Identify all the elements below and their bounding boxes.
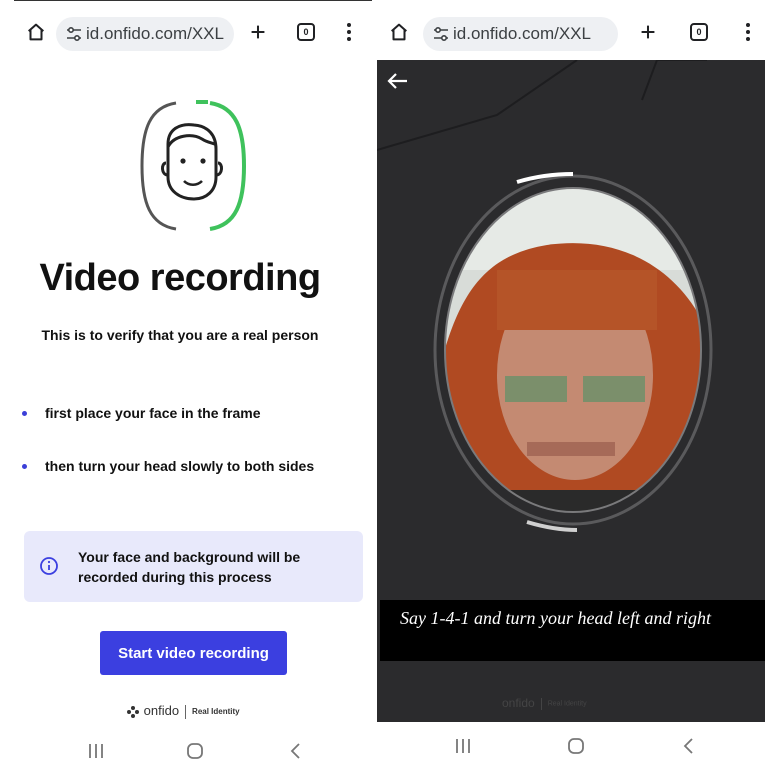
url-text[interactable]: id.onfido.com/XXL	[86, 24, 224, 44]
page-title: Video recording	[39, 257, 321, 299]
tab-count: 0	[303, 27, 309, 37]
chevron-left-icon[interactable]	[284, 741, 308, 761]
url-text[interactable]: id.onfido.com/XXL	[453, 24, 591, 44]
notice-text: Your face and background will be recorde…	[78, 549, 301, 585]
bullet-dot	[22, 411, 27, 416]
brand-footer: onfido Real Identity	[502, 696, 587, 710]
home-icon[interactable]	[387, 21, 411, 45]
recents-icon[interactable]	[451, 736, 475, 756]
android-nav-bar	[14, 731, 372, 768]
brand-footer: onfido Real Identity	[126, 703, 240, 723]
instruction-caption-bar: Say 1-4-1 and turn your head left and ri…	[380, 600, 765, 661]
chevron-left-icon[interactable]	[677, 736, 701, 756]
tune-icon[interactable]	[433, 25, 449, 43]
intro-screen: id.onfido.com/XXL 0 Video recording This…	[14, 0, 372, 768]
more-vert-icon[interactable]	[346, 23, 352, 43]
arrow-left-icon[interactable]	[387, 72, 409, 90]
plus-icon[interactable]	[636, 21, 660, 45]
start-video-recording-button[interactable]: Start video recording	[100, 631, 287, 675]
notice-box: Your face and background will be recorde…	[24, 531, 363, 602]
brand-tagline: Real Identity	[547, 700, 587, 708]
tab-switcher-icon[interactable]: 0	[690, 23, 708, 41]
info-icon	[40, 557, 58, 575]
browser-toolbar: id.onfido.com/XXL 0	[377, 11, 765, 55]
instruction-caption: Say 1-4-1 and turn your head left and ri…	[400, 608, 711, 628]
recents-icon[interactable]	[84, 741, 108, 761]
nav-home-icon[interactable]	[564, 736, 588, 756]
tab-count: 0	[696, 27, 702, 37]
more-vert-icon[interactable]	[745, 23, 751, 43]
address-bar[interactable]: id.onfido.com/XXL	[56, 17, 234, 51]
address-bar[interactable]: id.onfido.com/XXL	[423, 17, 618, 51]
browser-toolbar: id.onfido.com/XXL 0	[14, 11, 372, 55]
brand-name: onfido	[502, 696, 535, 710]
android-nav-bar	[377, 726, 765, 766]
page-subtitle: This is to verify that you are a real pe…	[41, 327, 319, 343]
brand-name: onfido	[143, 703, 180, 718]
tab-switcher-icon[interactable]: 0	[297, 23, 315, 41]
capture-screen: id.onfido.com/XXL 0 Say 1-4-1 and turn y…	[377, 8, 765, 767]
camera-preview: Say 1-4-1 and turn your head left and ri…	[377, 60, 765, 722]
tune-icon[interactable]	[66, 25, 82, 43]
step-text: first place your face in the frame	[45, 405, 261, 421]
nav-home-icon[interactable]	[183, 741, 207, 761]
step-text: then turn your head slowly to both sides	[45, 458, 315, 474]
onfido-logo-icon	[127, 705, 139, 718]
bullet-dot	[22, 464, 27, 469]
plus-icon[interactable]	[246, 21, 270, 45]
home-icon[interactable]	[24, 21, 48, 45]
face-outline-icon	[140, 100, 247, 231]
brand-tagline: Real Identity	[192, 707, 240, 717]
